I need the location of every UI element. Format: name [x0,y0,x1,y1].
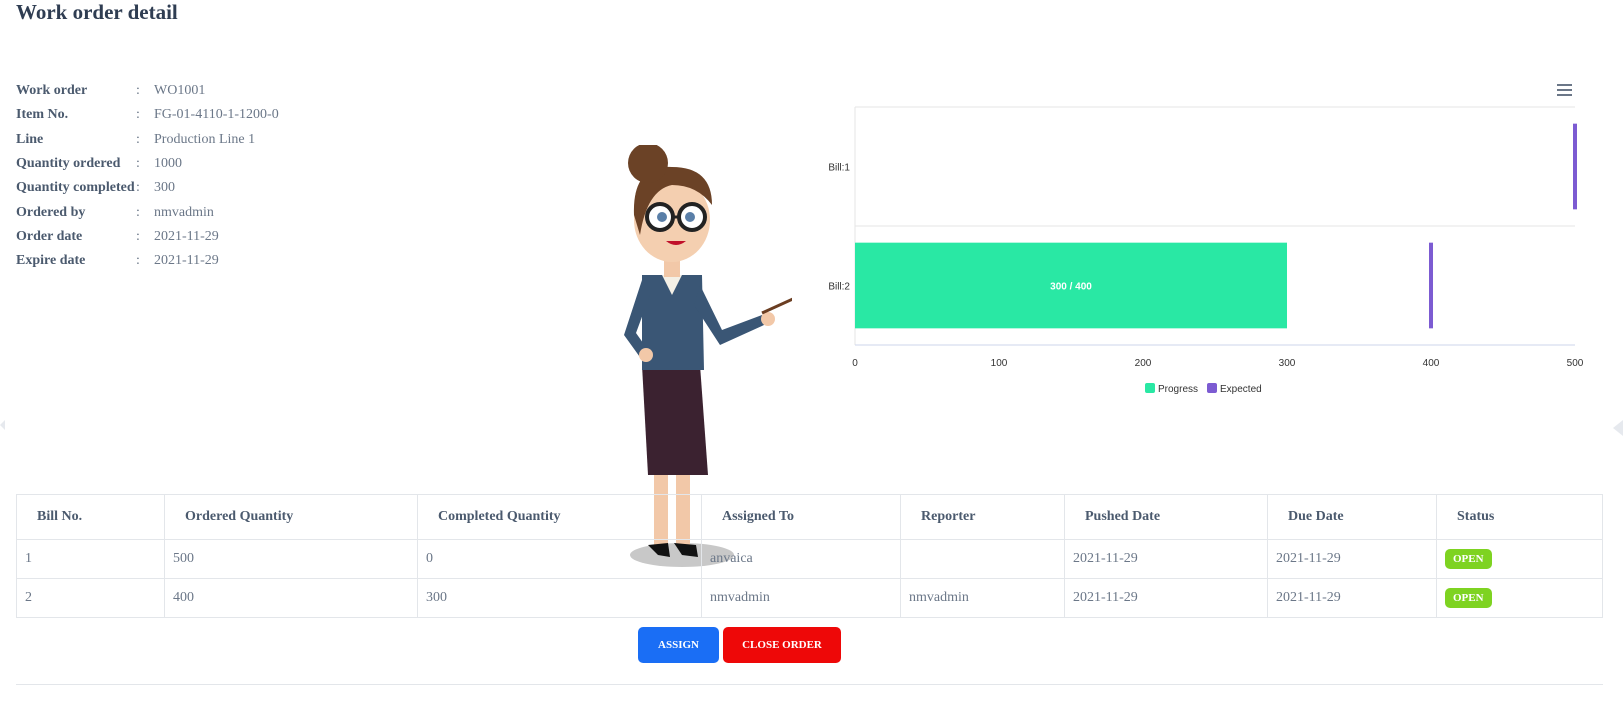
table-header-row: Bill No. Ordered Quantity Completed Quan… [16,494,1603,540]
carousel-prev-icon[interactable] [0,420,5,430]
table-cell: 2021-11-29 [1064,578,1268,618]
detail-value: nmvadmin [154,204,214,220]
divider [16,684,1603,685]
legend-swatch [1207,383,1217,393]
detail-value: 2021-11-29 [154,228,219,244]
detail-row-quantity-ordered: Quantity ordered : 1000 [16,152,279,176]
detail-label: Work order [16,83,88,99]
detail-label: Quantity completed [16,180,135,196]
category-label: Bill:2 [828,282,850,293]
progress-chart: Bill:1 Bill:2 300 / 400 0 100 200 300 400 500 Pro… [790,95,1590,410]
detail-separator: : [136,131,140,147]
table-cell: 1 [16,539,165,579]
detail-row-quantity-completed: Quantity completed : 300 [16,176,279,200]
detail-row-ordered-by: Ordered by : nmvadmin [16,200,279,224]
column-header: Status [1436,494,1603,540]
detail-value: FG-01-4110-1-1200-0 [154,107,279,123]
page-title: Work order detail [16,0,178,24]
bills-table: Bill No. Ordered Quantity Completed Quan… [16,494,1603,618]
detail-value: WO1001 [154,83,206,99]
column-header: Bill No. [16,494,165,540]
x-tick-label: 400 [1423,358,1440,369]
table-cell: 300 [417,578,702,618]
bar-data-label: 300 / 400 [1050,282,1092,293]
table-cell: nmvadmin [701,578,901,618]
status-badge: OPEN [1445,588,1492,608]
detail-separator: : [136,83,140,99]
detail-separator: : [136,107,140,123]
table-row[interactable]: 1 500 0 anvaica 2021-11-29 2021-11-29 OP… [16,539,1603,579]
expected-marker [1429,242,1433,329]
column-header: Assigned To [701,494,901,540]
column-header: Due Date [1267,494,1437,540]
legend-label: Progress [1158,384,1198,395]
table-row[interactable]: 2 400 300 nmvadmin nmvadmin 2021-11-29 2… [16,578,1603,618]
detail-value: Production Line 1 [154,131,256,147]
x-tick-label: 200 [1135,358,1152,369]
legend-swatch [1145,383,1155,393]
table-cell: 500 [164,539,418,579]
detail-separator: : [136,180,140,196]
table-cell: 2 [16,578,165,618]
detail-separator: : [136,204,140,220]
detail-label: Expire date [16,253,86,269]
detail-row-line: Line : Production Line 1 [16,128,279,152]
detail-value: 300 [154,180,175,196]
category-label: Bill:1 [828,163,850,174]
table-cell: 2021-11-29 [1064,539,1268,579]
detail-label: Line [16,131,44,147]
assign-button[interactable]: ASSIGN [638,627,719,663]
detail-label: Item No. [16,107,69,123]
detail-value: 1000 [154,156,182,172]
table-cell: anvaica [701,539,901,579]
carousel-next-icon[interactable] [1613,420,1623,436]
column-header: Reporter [900,494,1065,540]
detail-value: 2021-11-29 [154,253,219,269]
column-header: Pushed Date [1064,494,1268,540]
table-cell [900,539,1065,579]
table-cell: 2021-11-29 [1267,539,1437,579]
table-cell: OPEN [1436,578,1603,618]
detail-separator: : [136,253,140,269]
column-header: Completed Quantity [417,494,702,540]
x-tick-label: 300 [1279,358,1296,369]
progress-chart-svg: Bill:1 Bill:2 300 / 400 0 100 200 300 400 500 Pro… [828,106,1584,395]
table-cell: OPEN [1436,539,1603,579]
detail-row-work-order: Work order : WO1001 [16,79,279,103]
detail-row-order-date: Order date : 2021-11-29 [16,225,279,249]
x-tick-label: 500 [1567,358,1584,369]
detail-label: Quantity ordered [16,156,121,172]
column-header: Ordered Quantity [164,494,418,540]
close-order-button[interactable]: CLOSE ORDER [723,627,841,663]
detail-separator: : [136,156,140,172]
work-order-details: Work order : WO1001 Item No. : FG-01-411… [16,79,279,273]
table-cell: 400 [164,578,418,618]
table-cell: 2021-11-29 [1267,578,1437,618]
detail-row-expire-date: Expire date : 2021-11-29 [16,249,279,273]
x-tick-label: 0 [852,358,858,369]
x-tick-label: 100 [991,358,1008,369]
table-cell: nmvadmin [900,578,1065,618]
table-cell: 0 [417,539,702,579]
detail-label: Ordered by [16,204,86,220]
detail-row-item-no: Item No. : FG-01-4110-1-1200-0 [16,103,279,127]
status-badge: OPEN [1445,549,1492,569]
detail-label: Order date [16,228,83,244]
legend-label: Expected [1220,384,1262,395]
detail-separator: : [136,228,140,244]
expected-marker [1573,123,1577,210]
